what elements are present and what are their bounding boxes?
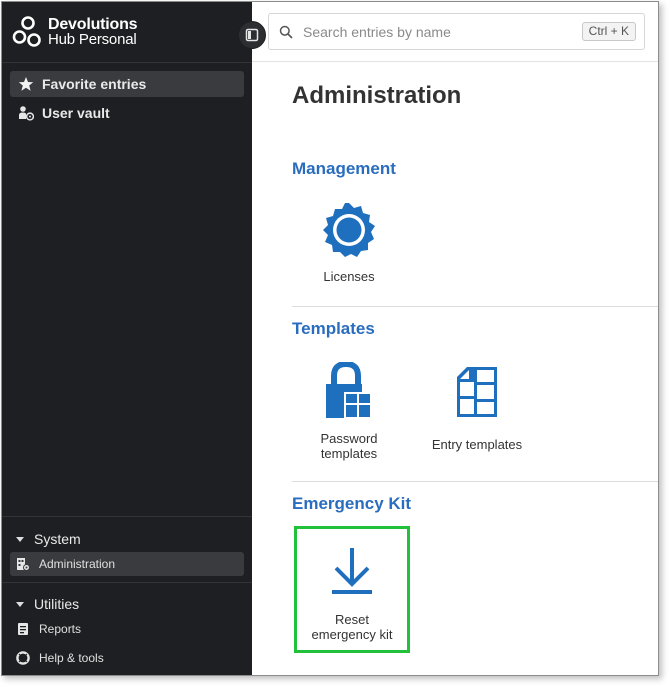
section-system-toggle[interactable]: System <box>16 531 81 547</box>
sidebar-item-favorite-entries[interactable]: Favorite entries <box>10 71 244 97</box>
brand-product: Hub Personal <box>48 31 137 48</box>
sidebar-divider <box>2 62 252 63</box>
sidebar-item-label: Favorite entries <box>42 76 147 92</box>
section-label: System <box>34 531 81 547</box>
page-title: Administration <box>292 82 462 109</box>
star-icon <box>18 76 34 92</box>
tile-label: Entry templates <box>431 437 523 452</box>
sidebar-item-label: User vault <box>42 105 110 121</box>
sidebar-item-label: Reports <box>39 622 82 636</box>
caret-down-icon <box>16 536 24 542</box>
tile-reset-emergency-kit[interactable]: Reset emergency kit <box>294 526 410 653</box>
header-divider <box>252 61 658 62</box>
user-vault-icon <box>18 105 34 121</box>
sidebar-item-help-tools[interactable]: Help & tools <box>10 646 244 670</box>
license-badge-icon <box>319 200 379 260</box>
group-divider <box>292 481 658 482</box>
sidebar: Devolutions Hub Personal Favorite entrie… <box>2 2 252 675</box>
sidebar-item-label: Help & tools <box>39 651 104 665</box>
tile-label: Password templates <box>320 431 378 461</box>
tile-entry-templates[interactable]: Entry templates <box>422 364 532 452</box>
administration-icon <box>16 557 30 571</box>
app-window: Devolutions Hub Personal Favorite entrie… <box>1 1 659 676</box>
password-template-icon <box>319 362 379 420</box>
tile-label: Reset emergency kit <box>311 612 393 642</box>
tile-password-templates[interactable]: Password templates <box>304 362 394 461</box>
entry-template-icon <box>447 364 507 420</box>
search-icon <box>279 25 293 39</box>
search-input[interactable] <box>303 23 563 40</box>
group-divider <box>292 306 658 307</box>
group-title-templates: Templates <box>292 319 375 338</box>
sidebar-item-user-vault[interactable]: User vault <box>10 100 244 126</box>
search-shortcut-badge: Ctrl + K <box>581 22 636 41</box>
group-title-management: Management <box>292 159 396 178</box>
sidebar-collapse-button[interactable] <box>238 21 266 49</box>
brand-name: Devolutions <box>48 16 138 33</box>
reports-icon <box>16 622 30 636</box>
sidebar-divider <box>2 582 252 583</box>
sidebar-item-label: Administration <box>39 557 116 571</box>
devolutions-logo-icon <box>12 16 41 47</box>
tile-label: Licenses <box>323 269 375 284</box>
section-utilities-toggle[interactable]: Utilities <box>16 596 79 612</box>
lifebuoy-icon <box>16 651 30 665</box>
sidebar-item-administration[interactable]: Administration <box>10 552 244 576</box>
search-bar[interactable]: Ctrl + K <box>268 13 645 50</box>
caret-down-icon <box>16 601 24 607</box>
sidebar-nav: Favorite entries User vault <box>10 71 244 129</box>
section-label: Utilities <box>34 596 80 612</box>
tile-licenses[interactable]: Licenses <box>306 200 392 284</box>
brand[interactable]: Devolutions Hub Personal <box>12 14 138 50</box>
sidebar-item-reports[interactable]: Reports <box>10 617 244 641</box>
sidebar-divider <box>2 516 252 517</box>
download-arrow-icon <box>322 541 382 601</box>
group-title-emergency-kit: Emergency Kit <box>292 494 412 513</box>
sidebar-toggle-icon <box>245 28 259 42</box>
